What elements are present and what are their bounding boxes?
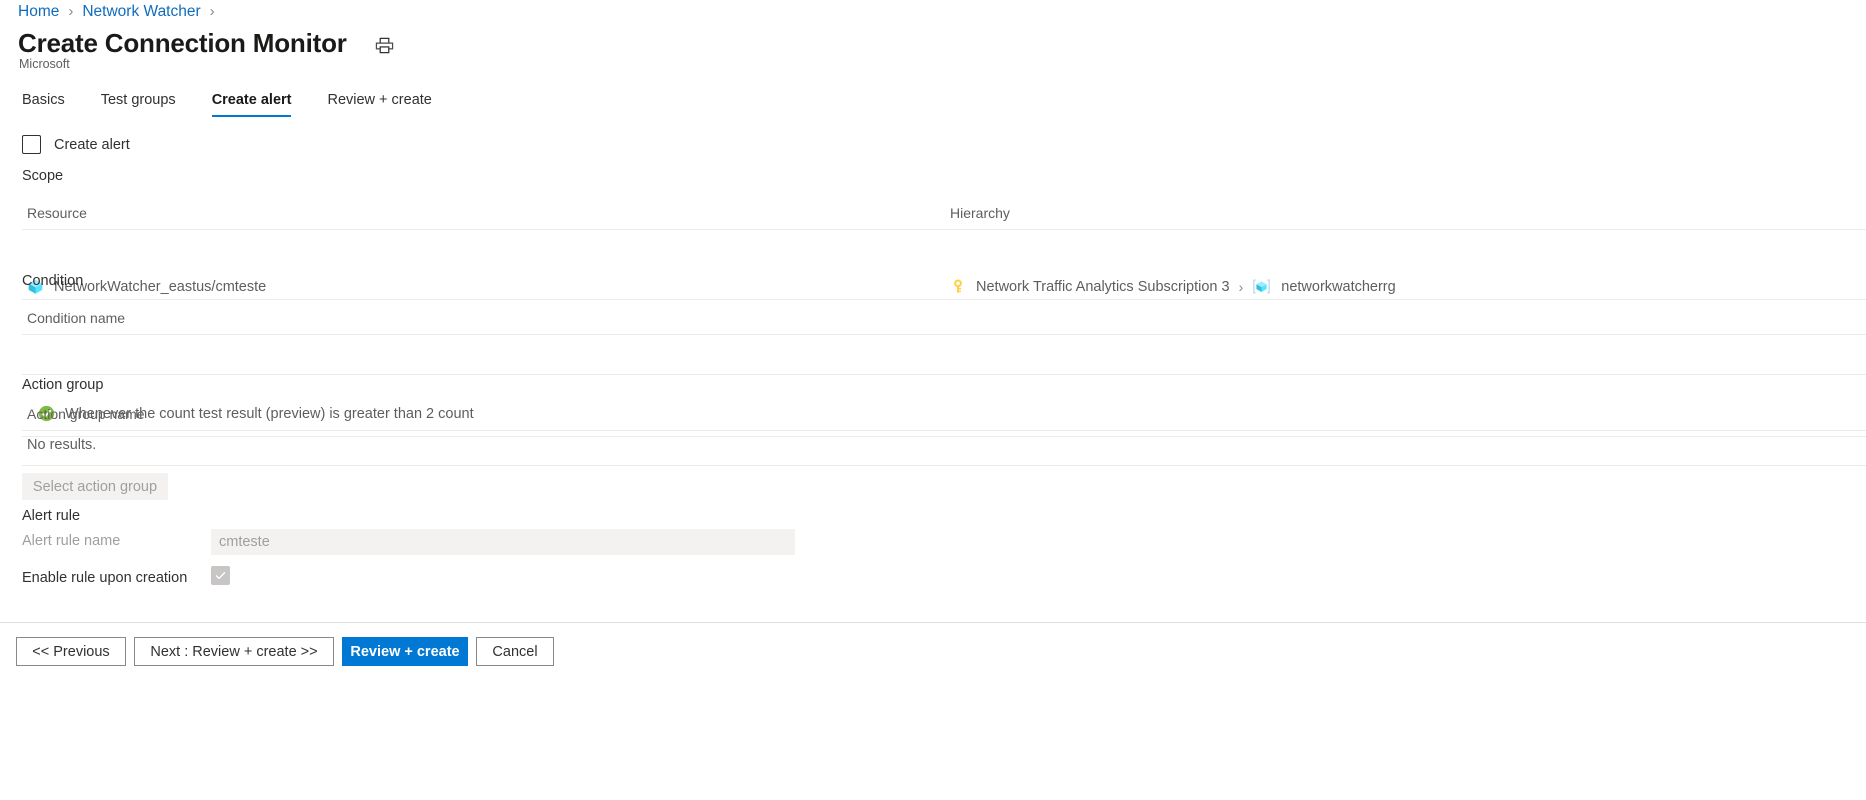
- scope-header-divider: [22, 229, 1866, 230]
- alert-rule-section-label: Alert rule: [22, 508, 81, 524]
- breadcrumb-separator-icon: ›: [209, 3, 215, 20]
- publisher-label: Microsoft: [19, 57, 70, 71]
- breadcrumb-separator-icon: ›: [68, 3, 74, 20]
- scope-row-divider: [22, 299, 1866, 300]
- enable-rule-label: Enable rule upon creation: [22, 570, 188, 586]
- scope-subscription-name: Network Traffic Analytics Subscription 3: [976, 278, 1230, 295]
- create-connection-monitor-page: Home › Network Watcher › Create Connecti…: [0, 0, 1866, 800]
- action-group-empty-text: No results.: [27, 437, 97, 453]
- tab-basics[interactable]: Basics: [22, 88, 65, 117]
- tab-review-create[interactable]: Review + create: [327, 88, 431, 117]
- scope-column-hierarchy: Hierarchy: [950, 205, 1010, 221]
- review-create-button[interactable]: Review + create: [342, 637, 468, 666]
- condition-header-divider: [22, 334, 1866, 335]
- condition-row-divider: [22, 436, 1866, 437]
- footer-actions: << Previous Next : Review + create >> Re…: [16, 637, 562, 666]
- print-icon[interactable]: [373, 33, 397, 57]
- scope-column-resource: Resource: [27, 205, 87, 221]
- alert-rule-name-input[interactable]: [211, 529, 795, 555]
- tab-test-groups[interactable]: Test groups: [101, 88, 176, 117]
- breadcrumb-item-home[interactable]: Home: [18, 2, 59, 22]
- action-group-section-label: Action group: [22, 377, 104, 393]
- page-title: Create Connection Monitor: [18, 28, 347, 58]
- title-row: Create Connection Monitor: [18, 28, 397, 58]
- previous-button[interactable]: << Previous: [16, 637, 126, 666]
- create-alert-checkbox-row[interactable]: Create alert: [22, 135, 130, 154]
- action-group-column-label: Action group name: [27, 406, 145, 422]
- key-icon: [950, 278, 966, 295]
- alert-rule-name-label: Alert rule name: [22, 533, 121, 549]
- action-group-header-divider: [22, 430, 1866, 431]
- scope-section-label: Scope: [22, 168, 64, 184]
- enable-rule-checkbox[interactable]: [211, 566, 230, 585]
- condition-column-label: Condition name: [27, 310, 126, 326]
- wizard-tabs: Basics Test groups Create alert Review +…: [22, 88, 468, 117]
- breadcrumb: Home › Network Watcher ›: [18, 2, 224, 22]
- breadcrumb-item-network-watcher[interactable]: Network Watcher: [82, 2, 200, 22]
- tab-create-alert[interactable]: Create alert: [211, 88, 291, 117]
- condition-section-label: Condition: [22, 273, 84, 289]
- next-review-create-button[interactable]: Next : Review + create >>: [134, 637, 334, 666]
- scope-resource-group-name: networkwatcherrg: [1281, 278, 1396, 295]
- footer-divider: [0, 622, 1866, 623]
- scope-resource-name: NetworkWatcher_eastus/cmteste: [54, 278, 267, 295]
- condition-top-divider: [22, 374, 1866, 375]
- create-alert-label: Create alert: [54, 136, 130, 153]
- resource-group-icon: [1252, 278, 1271, 295]
- hierarchy-separator-icon: ›: [1238, 278, 1244, 295]
- cancel-button[interactable]: Cancel: [476, 637, 554, 666]
- scope-hierarchy-cell: Network Traffic Analytics Subscription 3…: [950, 278, 1396, 295]
- create-alert-checkbox[interactable]: [22, 135, 41, 154]
- action-group-row-divider: [22, 465, 1866, 466]
- select-action-group-button[interactable]: Select action group: [22, 473, 168, 500]
